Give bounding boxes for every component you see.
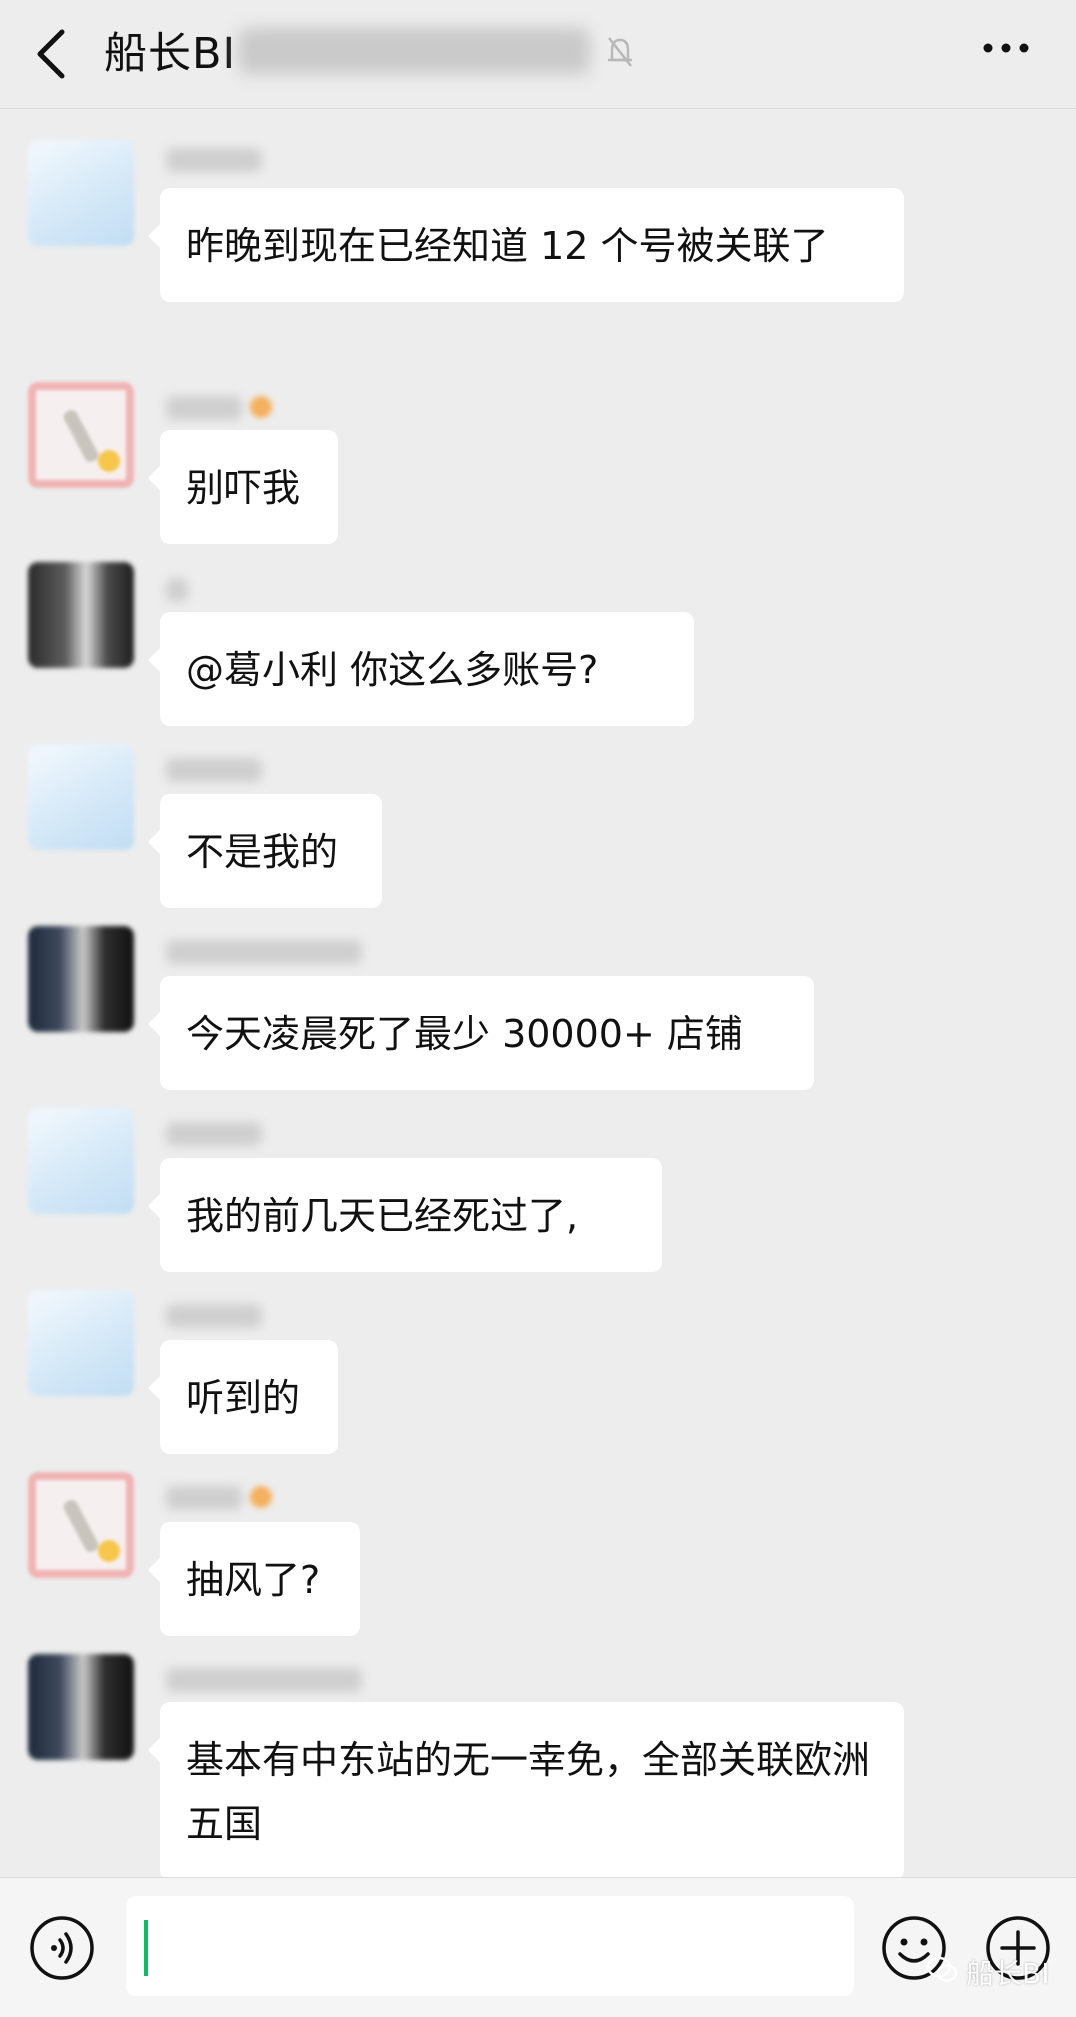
watermark-text: 船长BI [966, 1952, 1049, 1992]
sender-badge [250, 1486, 272, 1508]
avatar[interactable] [28, 562, 134, 668]
watermark-label: 船长BI [966, 1957, 1050, 1990]
message-bubble[interactable]: 不是我的 [148, 794, 382, 908]
sender-name-blurred [166, 1486, 242, 1510]
sender-name-blurred [166, 1122, 262, 1146]
message-bubble[interactable]: 我的前几天已经死过了, [148, 1158, 662, 1272]
message-bubble[interactable]: 听到的 [148, 1340, 338, 1454]
voice-icon[interactable] [28, 1914, 96, 1982]
avatar[interactable] [28, 926, 134, 1032]
more-dots-icon[interactable] [982, 40, 1030, 56]
avatar[interactable] [28, 1108, 134, 1214]
avatar[interactable] [28, 1472, 134, 1578]
sender-name-blurred [166, 1668, 362, 1692]
avatar[interactable] [28, 1654, 134, 1760]
message-bubble[interactable]: 昨晚到现在已经知道 12 个号被关联了 [148, 188, 904, 302]
chat-title: 船长BI [104, 29, 237, 79]
sender-name-blurred [166, 758, 262, 782]
message-bubble[interactable]: 今天凌晨死了最少 30000+ 店铺 [148, 976, 814, 1090]
sender-name-blurred [166, 940, 362, 964]
input-bar [0, 1877, 1076, 2017]
message-bubble[interactable]: 别吓我 [148, 430, 338, 544]
avatar[interactable] [28, 382, 134, 488]
message-input[interactable] [126, 1896, 854, 1996]
bell-off-icon [608, 37, 632, 67]
message-bubble[interactable]: 基本有中东站的无一幸免，全部关联欧洲五国 [148, 1702, 904, 1880]
sender-name-blurred [166, 148, 262, 172]
message-bubble[interactable]: @葛小利 你这么多账号? [148, 612, 694, 726]
sender-badge [250, 396, 272, 418]
avatar[interactable] [28, 140, 134, 246]
message-bubble[interactable]: 抽风了? [148, 1522, 360, 1636]
wechat-logo-icon [926, 1956, 958, 1982]
avatar[interactable] [28, 1290, 134, 1396]
sender-name-blurred [166, 578, 188, 602]
sender-name-blurred [166, 1304, 262, 1328]
blurred-title-suffix [238, 28, 590, 74]
chat-header: 船长BI [0, 0, 1076, 109]
sender-name-blurred [166, 396, 242, 420]
chevron-left-icon[interactable] [30, 26, 74, 82]
avatar[interactable] [28, 744, 134, 850]
text-cursor [144, 1920, 148, 1976]
